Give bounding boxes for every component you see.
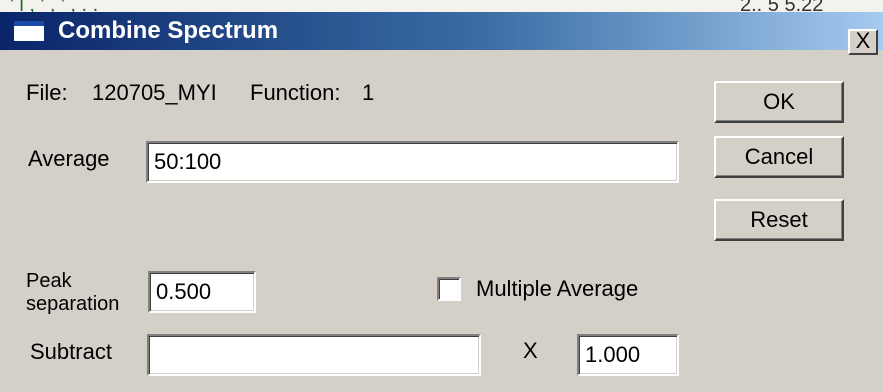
background-window-strip: ' i , ' , ' , . . 2.. 5 5.22 bbox=[0, 0, 883, 12]
cancel-button[interactable]: Cancel bbox=[714, 136, 844, 178]
title-bar: Combine Spectrum X bbox=[0, 12, 883, 55]
file-value: 120705_MYI bbox=[92, 80, 217, 105]
function-value: 1 bbox=[362, 80, 375, 105]
ok-button[interactable]: OK bbox=[714, 81, 844, 123]
average-input[interactable] bbox=[146, 141, 679, 183]
peak-separation-input[interactable] bbox=[148, 271, 256, 313]
multiple-average-checkbox[interactable] bbox=[437, 277, 461, 301]
reset-button[interactable]: Reset bbox=[714, 199, 844, 241]
window-icon bbox=[14, 21, 44, 41]
function-label: Function: bbox=[250, 80, 341, 105]
peak-label-line1: Peak bbox=[26, 270, 72, 292]
file-label: File: bbox=[26, 80, 68, 105]
subtract-factor-input[interactable] bbox=[577, 334, 679, 376]
dialog-title: Combine Spectrum bbox=[58, 17, 279, 44]
background-text-right: 2.. 5 5.22 bbox=[740, 0, 824, 12]
close-button[interactable]: X bbox=[848, 29, 878, 55]
multiple-average-label: Multiple Average bbox=[476, 276, 639, 301]
multiply-symbol: X bbox=[523, 338, 538, 363]
background-text-left: ' i , ' , ' , . . bbox=[10, 0, 99, 12]
average-label: Average bbox=[28, 146, 110, 171]
peak-separation-label: Peak separation bbox=[26, 270, 119, 316]
subtract-label: Subtract bbox=[30, 339, 112, 364]
peak-label-line2: separation bbox=[26, 293, 120, 315]
subtract-input[interactable] bbox=[147, 334, 481, 376]
